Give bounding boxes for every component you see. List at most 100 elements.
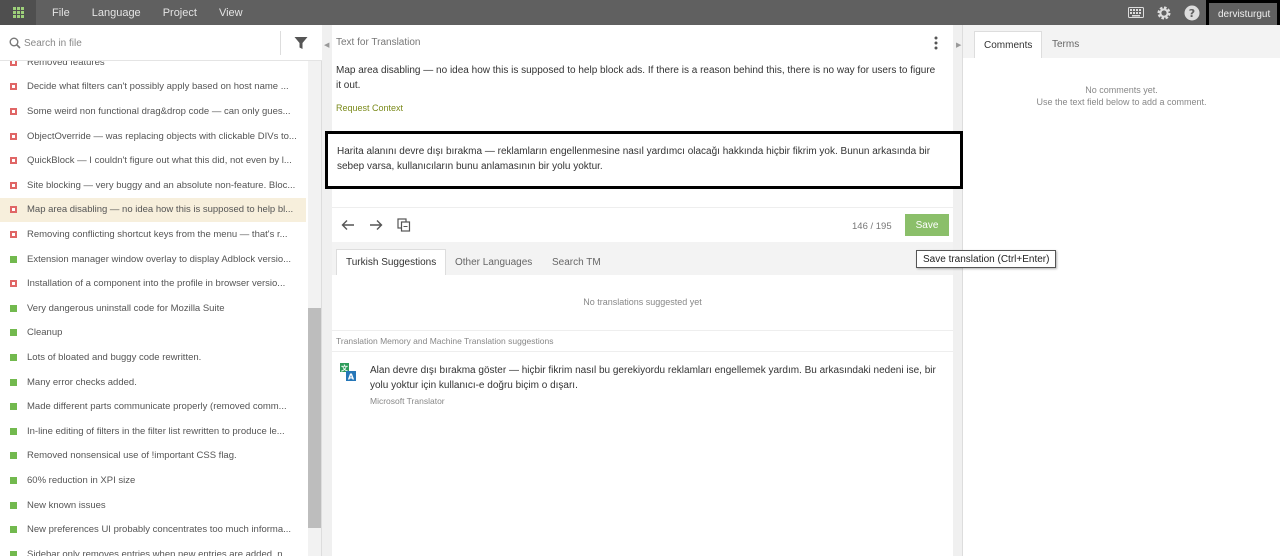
string-list-item-text: Some weird non functional drag&drop code… (27, 105, 291, 117)
translation-editor[interactable]: Harita alanını devre dışı bırakma — rekl… (325, 131, 963, 189)
username: dervisturgut (1218, 9, 1271, 20)
arrow-left-icon[interactable] (340, 217, 356, 233)
translated-status-icon (10, 304, 17, 312)
untranslated-status-icon (10, 230, 17, 238)
suggestion-tabs: Turkish Suggestions Other Languages Sear… (332, 242, 953, 275)
string-list-item[interactable]: Removed nonsensical use of !important CS… (0, 444, 306, 469)
untranslated-status-icon (10, 181, 17, 189)
save-button[interactable]: Save (905, 214, 949, 236)
keyboard-icon[interactable] (1126, 3, 1146, 23)
request-context-link[interactable]: Request Context (336, 103, 403, 113)
menu-language[interactable]: Language (92, 7, 141, 19)
string-list-item-text: Installation of a component into the pro… (27, 278, 286, 290)
scrollbar-thumb[interactable] (308, 308, 321, 528)
string-list-item[interactable]: Removed features (0, 61, 306, 75)
editor-nav (340, 217, 424, 233)
string-list-item-text: Sidebar only removes entries when new en… (27, 548, 291, 556)
collapse-right-bar[interactable] (953, 25, 963, 556)
tab-search-tm[interactable]: Search TM (543, 249, 610, 275)
top-bar: File Language Project View ? dervisturgu… (0, 0, 1280, 34)
string-list-item[interactable]: New known issues (0, 493, 306, 518)
translated-status-icon (10, 403, 17, 411)
translated-status-icon (10, 329, 17, 337)
search-icon (9, 37, 21, 52)
string-list-item[interactable]: In-line editing of filters in the filter… (0, 419, 306, 444)
string-list-item[interactable]: Decide what filters can't possibly apply… (0, 75, 306, 100)
menu-project[interactable]: Project (163, 7, 197, 19)
source-header: Text for Translation (336, 37, 421, 48)
search-input[interactable] (24, 33, 274, 53)
editor-divider (332, 207, 953, 208)
translated-status-icon (10, 353, 17, 361)
tab-turkish-suggestions[interactable]: Turkish Suggestions (336, 249, 447, 275)
untranslated-status-icon (10, 83, 17, 91)
grid-icon (12, 7, 24, 18)
string-list-item-text: In-line editing of filters in the filter… (27, 425, 285, 437)
string-list-item[interactable]: Installation of a component into the pro… (0, 271, 306, 296)
string-list-item[interactable]: 60% reduction in XPI size (0, 468, 306, 493)
svg-text:A: A (348, 373, 355, 382)
string-list-item[interactable]: Extension manager window overlay to disp… (0, 247, 306, 272)
no-comments-text: No comments yet. Use the text field belo… (963, 84, 1280, 108)
string-list-item-text: Very dangerous uninstall code for Mozill… (27, 302, 225, 314)
translator-icon: 文A (340, 363, 356, 384)
untranslated-status-icon (10, 206, 17, 214)
string-list-item-text: Many error checks added. (27, 376, 137, 388)
string-list-item[interactable]: Very dangerous uninstall code for Mozill… (0, 296, 306, 321)
string-list-item-text: Decide what filters can't possibly apply… (27, 81, 289, 93)
copy-source-icon[interactable] (396, 217, 412, 233)
string-list-item-text: New known issues (27, 499, 106, 511)
string-list-item[interactable]: Site blocking — very buggy and an absolu… (0, 173, 306, 198)
string-list-item-text: Extension manager window overlay to disp… (27, 253, 292, 265)
string-list-item-text: QuickBlock — I couldn't figure out what … (27, 155, 292, 167)
svg-text:?: ? (1189, 7, 1195, 20)
string-list-item[interactable]: ObjectOverride — was replacing objects w… (0, 124, 306, 149)
string-list-item[interactable]: Cleanup (0, 321, 306, 346)
collapse-right-icon[interactable]: ▶ (956, 41, 961, 49)
string-list-item[interactable]: Removing conflicting shortcut keys from … (0, 222, 306, 247)
arrow-right-icon[interactable] (368, 217, 384, 233)
menu-file[interactable]: File (52, 7, 70, 19)
search-divider (280, 31, 281, 55)
collapse-left-bar[interactable] (322, 25, 332, 556)
untranslated-status-icon (10, 157, 17, 165)
mt-suggestion-text[interactable]: Alan devre dışı bırakma göster — hiçbir … (370, 363, 950, 393)
string-list-item[interactable]: Lots of bloated and buggy code rewritten… (0, 345, 306, 370)
gear-icon[interactable] (1154, 3, 1174, 23)
untranslated-status-icon (10, 107, 17, 115)
collapse-left-icon[interactable]: ◀ (324, 41, 329, 49)
string-list-item[interactable]: Map area disabling — no idea how this is… (0, 197, 306, 223)
save-tooltip: Save translation (Ctrl+Enter) (916, 250, 1057, 268)
tab-other-languages[interactable]: Other Languages (446, 249, 541, 275)
string-list-item-text: Made different parts communicate properl… (27, 401, 287, 413)
tab-terms[interactable]: Terms (1043, 31, 1088, 58)
string-list-item[interactable]: Sidebar only removes entries when new en… (0, 542, 306, 556)
string-list-item-text: 60% reduction in XPI size (27, 474, 136, 486)
tm-header-text: Translation Memory and Machine Translati… (336, 336, 554, 346)
menu-view[interactable]: View (219, 7, 243, 19)
translated-status-icon (10, 427, 17, 435)
string-list-item[interactable]: Made different parts communicate properl… (0, 394, 306, 419)
string-list-panel: Removed features Decide what filters can'… (0, 25, 322, 556)
tab-comments[interactable]: Comments (974, 31, 1043, 58)
more-options-icon[interactable] (934, 36, 938, 53)
apps-grid-button[interactable] (0, 0, 36, 25)
mt-suggestion-source: Microsoft Translator (370, 396, 445, 406)
filter-icon[interactable] (294, 36, 308, 53)
string-list-item-text: Removed nonsensical use of !important CS… (27, 450, 237, 462)
string-list-item-text: Map area disabling — no idea how this is… (27, 204, 294, 216)
string-list-item-text: Lots of bloated and buggy code rewritten… (27, 351, 202, 363)
string-list-item-text: Cleanup (27, 327, 63, 339)
untranslated-status-icon (10, 61, 17, 66)
string-list-item[interactable]: Many error checks added. (0, 370, 306, 395)
string-list-item[interactable]: New preferences UI probably concentrates… (0, 517, 306, 542)
translated-status-icon (10, 255, 17, 263)
string-list-item-text: Site blocking — very buggy and an absolu… (27, 179, 296, 191)
no-suggestions-text: No translations suggested yet (583, 297, 702, 307)
help-icon[interactable]: ? (1182, 3, 1202, 23)
translation-text[interactable]: Harita alanını devre dışı bırakma — rekl… (337, 144, 957, 174)
string-list-item[interactable]: QuickBlock — I couldn't figure out what … (0, 148, 306, 173)
search-row (0, 25, 322, 61)
no-comments-line1: No comments yet. (1085, 85, 1158, 95)
string-list-item[interactable]: Some weird non functional drag&drop code… (0, 99, 306, 124)
